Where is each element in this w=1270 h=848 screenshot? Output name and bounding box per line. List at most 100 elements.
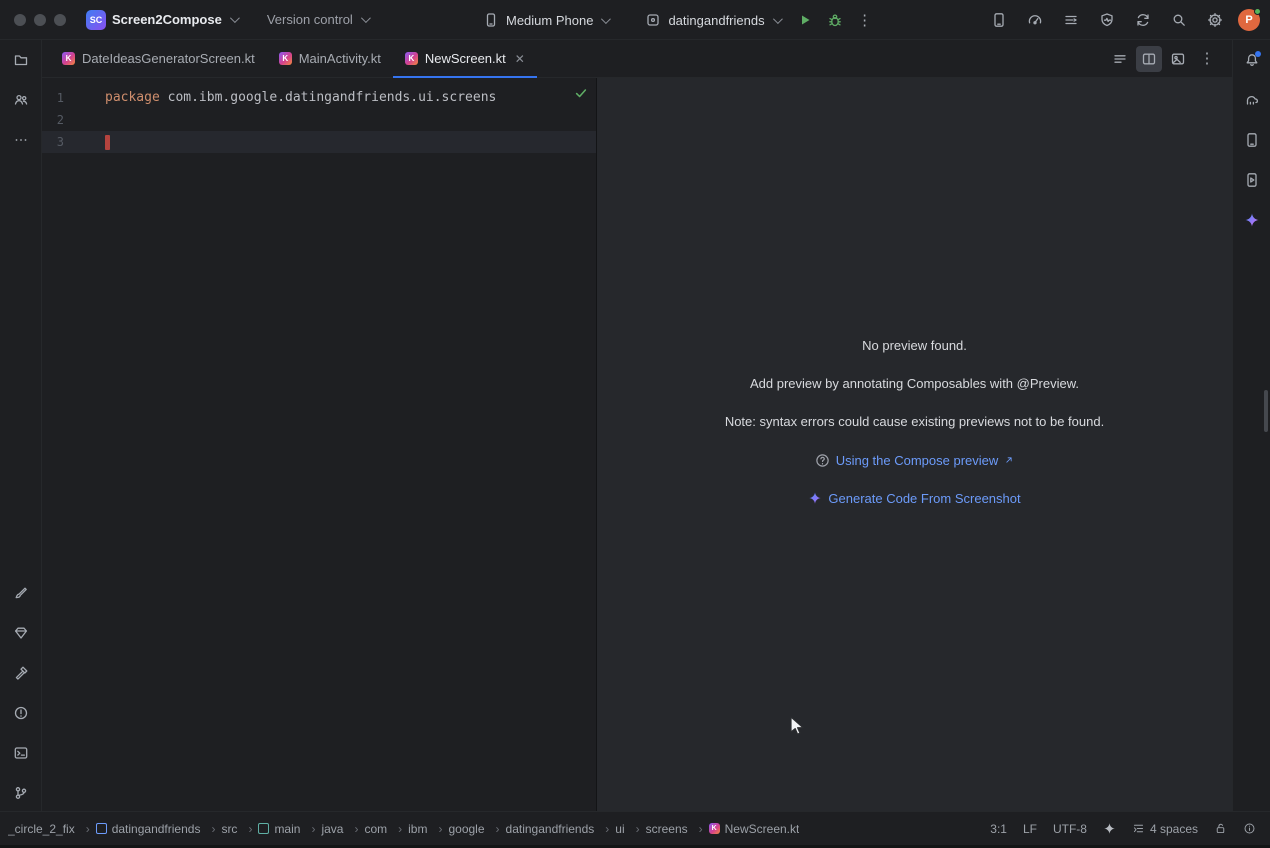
breadcrumb-separator: › [348, 822, 364, 836]
breadcrumb-item[interactable]: src › [221, 822, 258, 836]
breadcrumb-item[interactable]: ibm › [408, 822, 448, 836]
gemini-assistant-icon[interactable] [1240, 208, 1264, 232]
run-configuration-label: datingandfriends [668, 13, 764, 28]
tab-options-button[interactable]: ⋮ [1194, 46, 1220, 72]
line-number: 2 [42, 109, 76, 131]
titlebar-right-icons: P [986, 0, 1270, 40]
run-configuration-selector[interactable]: datingandfriends [636, 7, 787, 33]
project-logo-icon: SC [86, 10, 106, 30]
indent-label: 4 spaces [1150, 822, 1198, 836]
kebab-icon: ⋮ [857, 13, 872, 28]
tab-label: DateIdeasGeneratorScreen.kt [82, 51, 255, 66]
breadcrumb-item[interactable]: datingandfriends › [506, 822, 616, 836]
profiler-icon[interactable] [1022, 7, 1048, 33]
search-everywhere-icon[interactable] [1166, 7, 1192, 33]
device-manager-icon[interactable] [986, 7, 1012, 33]
encoding-widget[interactable]: UTF-8 [1053, 822, 1087, 836]
debug-button[interactable] [822, 7, 848, 33]
editor-line[interactable]: 2 [42, 109, 596, 131]
editor-tab[interactable]: K MainActivity.kt [267, 40, 393, 77]
relay-brush-icon[interactable] [9, 581, 33, 605]
split-view: 1 package com.ibm.google.datingandfriend… [42, 78, 1232, 811]
breadcrumb-label: com [364, 822, 387, 836]
ai-status-star-icon[interactable] [1103, 822, 1116, 835]
notification-badge [1255, 51, 1261, 57]
chevron-down-icon [361, 13, 371, 23]
help-circle-icon [815, 453, 830, 468]
running-devices-icon[interactable] [1240, 168, 1264, 192]
editor-mode-switcher: ⋮ [1107, 40, 1232, 77]
breadcrumb-item[interactable]: ui › [615, 822, 645, 836]
generate-code-from-screenshot-link[interactable]: Generate Code From Screenshot [808, 489, 1020, 507]
scrollbar-thumb[interactable] [1264, 390, 1268, 432]
kotlin-file-icon: K [62, 52, 75, 65]
notifications-bell-icon[interactable] [1240, 48, 1264, 72]
user-avatar[interactable]: P [1238, 9, 1260, 31]
breadcrumb-item[interactable]: java › [321, 822, 364, 836]
breadcrumb-separator: › [242, 822, 258, 836]
terminal-icon[interactable] [9, 741, 33, 765]
more-tool-windows-icon[interactable] [9, 128, 33, 152]
readonly-lock-icon[interactable] [1214, 822, 1227, 835]
split-view-icon[interactable] [1136, 46, 1162, 72]
minimize-window-button[interactable] [34, 14, 46, 26]
device-selector[interactable]: Medium Phone [474, 7, 616, 33]
code-view-icon[interactable] [1107, 46, 1133, 72]
device-manager-strip-icon[interactable] [1240, 128, 1264, 152]
tab-label: MainActivity.kt [299, 51, 381, 66]
logcat-icon[interactable] [1058, 7, 1084, 33]
problems-icon[interactable] [9, 701, 33, 725]
code-editor[interactable]: 1 package com.ibm.google.datingandfriend… [42, 78, 596, 811]
breadcrumb-label: google [448, 822, 484, 836]
resource-manager-gem-icon[interactable] [9, 621, 33, 645]
breadcrumb-label: NewScreen.kt [725, 822, 800, 836]
breadcrumb-item[interactable]: K NewScreen.kt › [709, 822, 800, 836]
breadcrumb-item[interactable]: datingandfriends › [96, 822, 222, 836]
external-link-icon [1004, 455, 1014, 465]
version-control-branch-icon[interactable] [9, 781, 33, 805]
gemini-star-icon [808, 491, 822, 505]
breadcrumb-item[interactable]: google › [448, 822, 505, 836]
line-separator-widget[interactable]: LF [1023, 822, 1037, 836]
people-icon[interactable] [9, 88, 33, 112]
editor-line[interactable]: 1 package com.ibm.google.datingandfriend… [42, 87, 596, 109]
status-bar: _circle_2_fix › datingandfriends › src [0, 811, 1270, 845]
ide-window: SC Screen2Compose Version control Medium… [0, 0, 1270, 848]
project-name: Screen2Compose [112, 12, 222, 27]
caret-position-widget[interactable]: 3:1 [990, 822, 1007, 836]
breadcrumb-item[interactable]: com › [364, 822, 408, 836]
design-view-icon[interactable] [1165, 46, 1191, 72]
info-circle-icon[interactable] [1243, 822, 1256, 835]
breadcrumb-separator: › [693, 822, 709, 836]
editor-tab[interactable]: K NewScreen.kt ✕ [393, 40, 537, 77]
version-control-label: Version control [267, 12, 353, 27]
breadcrumb-separator: › [432, 822, 448, 836]
project-widget[interactable]: SC Screen2Compose [78, 6, 245, 34]
version-control-widget[interactable]: Version control [259, 8, 376, 31]
code-line [76, 135, 110, 150]
editor-tab[interactable]: K DateIdeasGeneratorScreen.kt [50, 40, 267, 77]
zoom-window-button[interactable] [54, 14, 66, 26]
close-window-button[interactable] [14, 14, 26, 26]
breadcrumb-item[interactable]: _circle_2_fix › [8, 822, 96, 836]
build-hammer-icon[interactable] [9, 661, 33, 685]
more-actions-button[interactable]: ⋮ [852, 7, 878, 33]
breadcrumb-separator: › [80, 822, 96, 836]
app-quality-insights-icon[interactable] [1094, 7, 1120, 33]
compose-preview-panel: No preview found. Add preview by annotat… [597, 78, 1232, 811]
indent-widget[interactable]: 4 spaces [1132, 822, 1198, 836]
compose-preview-help-link[interactable]: Using the Compose preview [815, 451, 1015, 469]
gradle-icon[interactable] [1240, 88, 1264, 112]
breadcrumb-label: datingandfriends [112, 822, 201, 836]
gradle-sync-icon[interactable] [1130, 7, 1156, 33]
settings-gear-icon[interactable] [1202, 7, 1228, 33]
breadcrumb-label: ui [615, 822, 624, 836]
editor-line[interactable]: 3 [42, 131, 596, 153]
run-button[interactable] [792, 7, 818, 33]
breadcrumb-item[interactable]: main › [258, 822, 321, 836]
breadcrumb-item[interactable]: screens › [646, 822, 709, 836]
close-tab-icon[interactable]: ✕ [515, 52, 525, 66]
inspections-ok-check-icon[interactable] [574, 86, 588, 100]
breadcrumb-label: _circle_2_fix [8, 822, 75, 836]
project-folder-icon[interactable] [9, 48, 33, 72]
